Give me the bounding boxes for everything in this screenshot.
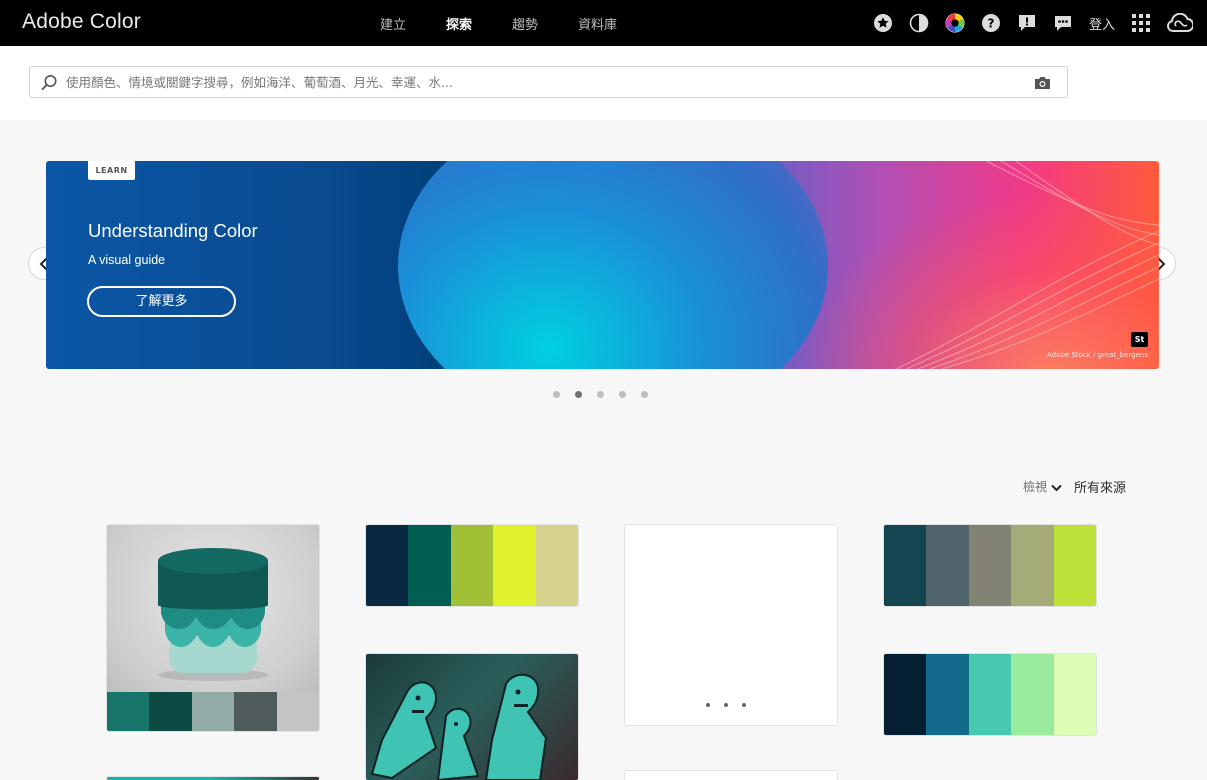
learn-tag: LEARN bbox=[88, 161, 135, 180]
theme-image bbox=[107, 525, 319, 692]
help-icon[interactable]: ? bbox=[981, 13, 1001, 33]
theme-card-image[interactable] bbox=[107, 525, 319, 731]
svg-text:?: ? bbox=[988, 17, 995, 31]
theme-card-image[interactable] bbox=[366, 654, 578, 780]
apps-grid-icon[interactable] bbox=[1131, 13, 1151, 33]
swatch bbox=[234, 692, 277, 731]
carousel-dot[interactable] bbox=[575, 391, 582, 398]
stock-badge: St bbox=[1131, 332, 1148, 347]
login-link[interactable]: 登入 bbox=[1089, 14, 1115, 33]
swatch bbox=[450, 525, 494, 606]
carousel-dot[interactable] bbox=[553, 391, 560, 398]
theme-card-partial[interactable] bbox=[625, 771, 837, 780]
theme-card-palette[interactable] bbox=[884, 654, 1096, 735]
top-bar: Adobe Color 建立 探索 趨勢 資料庫 ? 登入 bbox=[0, 0, 1207, 46]
swatch bbox=[366, 525, 409, 606]
loading-dots-icon bbox=[706, 703, 746, 707]
banner-waves bbox=[895, 161, 1159, 369]
stool-illustration bbox=[158, 548, 268, 681]
carousel-dot[interactable] bbox=[597, 391, 604, 398]
star-icon[interactable] bbox=[873, 13, 893, 33]
swatch bbox=[276, 692, 319, 731]
carousel-dot[interactable] bbox=[641, 391, 648, 398]
theme-card-palette[interactable] bbox=[884, 525, 1096, 606]
palette-swatches bbox=[366, 525, 578, 606]
hero-banner: LEARN Understanding Color A visual guide… bbox=[46, 161, 1159, 369]
image-credit: Adobe Stock / great_bergens bbox=[1047, 351, 1148, 359]
filter-value[interactable]: 所有來源 bbox=[1074, 477, 1126, 496]
swatch bbox=[493, 525, 536, 606]
contrast-icon[interactable] bbox=[909, 13, 929, 33]
creative-cloud-icon[interactable] bbox=[1167, 13, 1193, 33]
color-wheel-icon[interactable] bbox=[945, 13, 965, 33]
people-illustration bbox=[370, 673, 548, 780]
camera-icon[interactable] bbox=[1034, 75, 1051, 94]
swatch bbox=[1053, 525, 1096, 606]
chevron-down-icon[interactable] bbox=[1051, 477, 1062, 496]
feedback-icon[interactable] bbox=[1017, 13, 1037, 33]
theme-card-loading[interactable] bbox=[625, 525, 837, 725]
swatch bbox=[926, 525, 969, 606]
palette-swatches bbox=[884, 654, 1096, 735]
swatch bbox=[1011, 525, 1054, 606]
search-icon bbox=[40, 74, 58, 96]
nav-item-trends[interactable]: 趨勢 bbox=[512, 14, 538, 33]
source-filter: 檢視 所有來源 bbox=[1023, 477, 1126, 496]
swatch bbox=[968, 654, 1012, 735]
learn-more-button[interactable]: 了解更多 bbox=[87, 286, 236, 317]
swatch bbox=[149, 692, 192, 731]
nav-item-explore[interactable]: 探索 bbox=[446, 14, 472, 33]
search-bar bbox=[29, 66, 1068, 98]
app-title[interactable]: Adobe Color bbox=[22, 10, 141, 34]
swatch bbox=[1011, 654, 1054, 735]
chat-icon[interactable] bbox=[1053, 13, 1073, 33]
swatch bbox=[926, 654, 969, 735]
swatch bbox=[968, 525, 1012, 606]
toolbar: ? 登入 bbox=[857, 0, 1193, 46]
swatch bbox=[884, 654, 927, 735]
theme-image bbox=[366, 654, 578, 780]
banner-title: Understanding Color bbox=[88, 220, 258, 241]
banner-subtitle: A visual guide bbox=[88, 253, 166, 267]
nav-item-library[interactable]: 資料庫 bbox=[578, 14, 617, 33]
swatch bbox=[535, 525, 578, 606]
swatch bbox=[107, 692, 150, 731]
theme-card-palette[interactable] bbox=[366, 525, 578, 606]
search-area bbox=[0, 46, 1207, 120]
nav-item-create[interactable]: 建立 bbox=[380, 14, 406, 33]
palette-swatches bbox=[884, 525, 1096, 606]
swatch bbox=[191, 692, 235, 731]
palette-swatches bbox=[107, 692, 319, 731]
search-input[interactable] bbox=[66, 71, 1016, 93]
carousel-dots bbox=[553, 391, 663, 398]
swatch bbox=[1053, 654, 1096, 735]
filter-label: 檢視 bbox=[1023, 480, 1048, 494]
swatch bbox=[408, 525, 451, 606]
swatch bbox=[884, 525, 927, 606]
main-nav: 建立 探索 趨勢 資料庫 bbox=[380, 0, 657, 46]
carousel-dot[interactable] bbox=[619, 391, 626, 398]
